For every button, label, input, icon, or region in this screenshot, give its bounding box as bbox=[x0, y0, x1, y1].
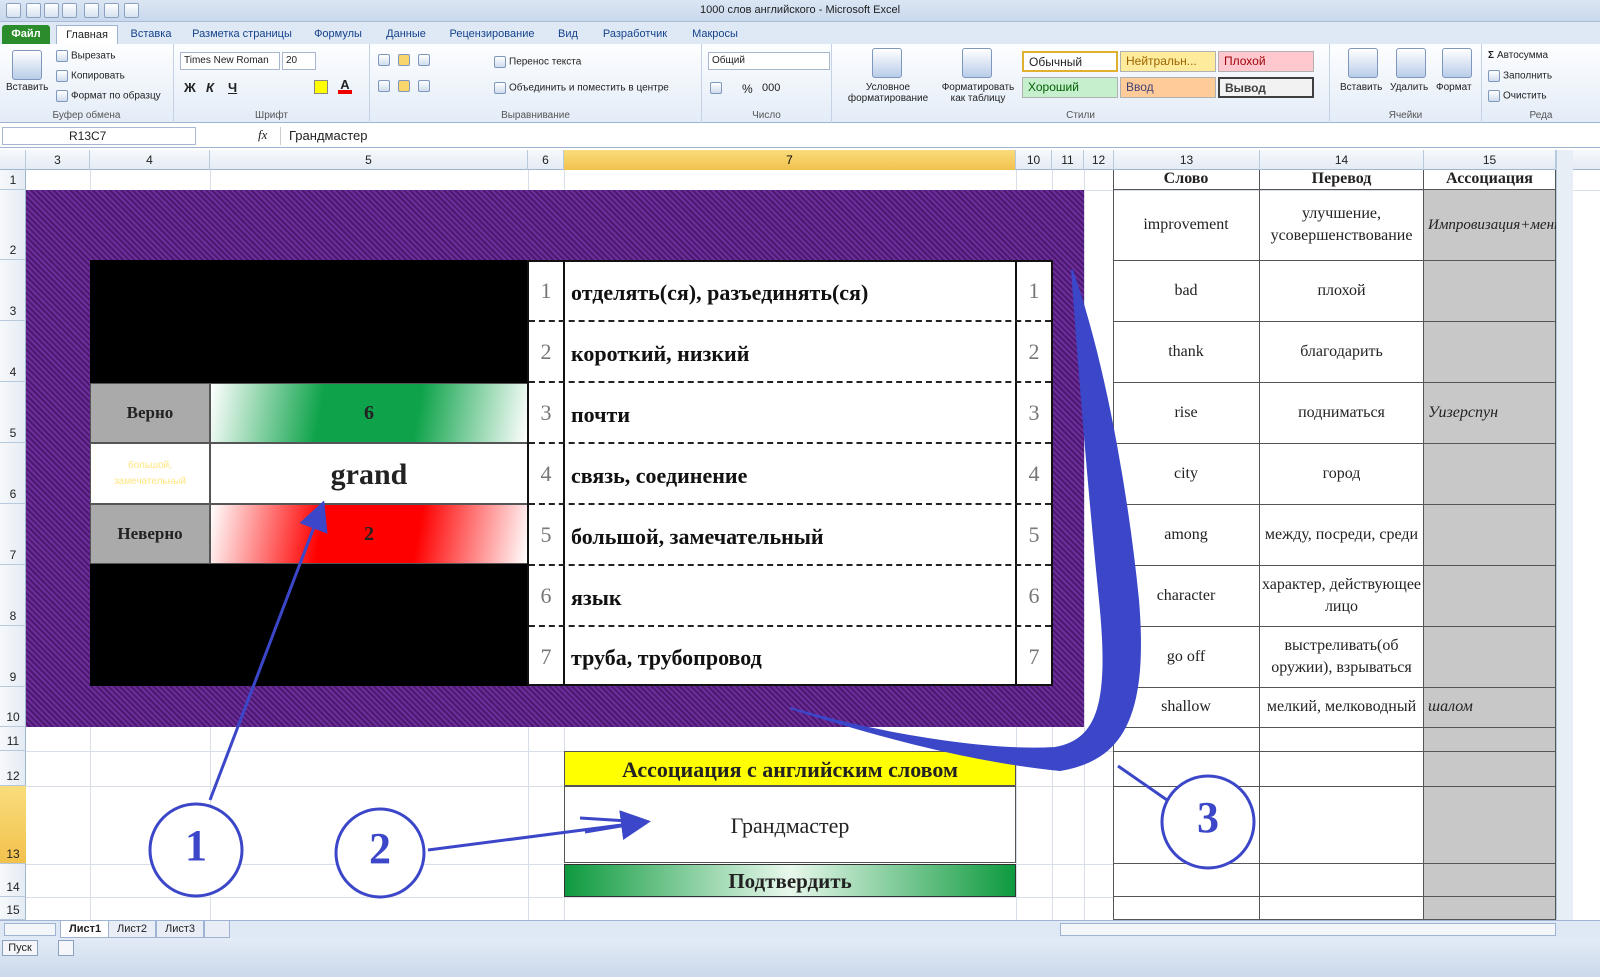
callout-number-3: 3 bbox=[1197, 793, 1219, 842]
annotation-curve-3 bbox=[789, 269, 1141, 772]
status-bar: Пуск bbox=[0, 938, 1600, 977]
sheet-tab-3[interactable]: Лист3 bbox=[156, 921, 205, 938]
start-button[interactable]: Пуск bbox=[2, 940, 38, 956]
sheet-tab-1[interactable]: Лист1 bbox=[60, 921, 111, 938]
sheet-tab-bar: Лист1 Лист2 Лист3 bbox=[0, 920, 1600, 938]
callout-number-2: 2 bbox=[369, 824, 391, 873]
sheet-nav-buttons[interactable] bbox=[4, 923, 56, 936]
horizontal-scrollbar[interactable] bbox=[1060, 923, 1556, 936]
annotation-pointer-3 bbox=[1117, 764, 1168, 802]
sheet-tab-2[interactable]: Лист2 bbox=[108, 921, 157, 938]
insert-sheet-icon[interactable] bbox=[204, 921, 230, 938]
taskbar-icon[interactable] bbox=[58, 940, 74, 956]
annotation-overlay bbox=[148, 269, 1256, 899]
annotation-arrow-1 bbox=[208, 500, 328, 801]
callout-number-1: 1 bbox=[185, 821, 207, 870]
